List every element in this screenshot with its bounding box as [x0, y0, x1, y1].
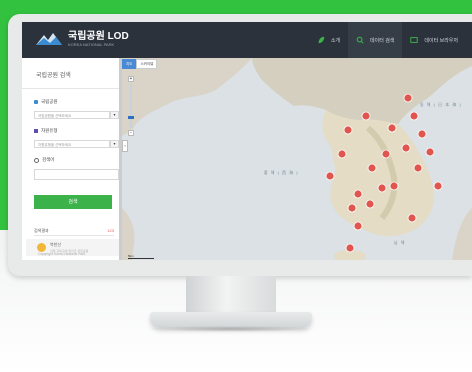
monitor-screen: 국립공원 LOD KOREA NATIONAL PARK 소개 데이터 검색 데… — [22, 22, 472, 260]
results-count: 123 — [107, 228, 114, 233]
nav-item-label: 데이터 검색 — [370, 37, 395, 44]
nav-item-intro[interactable]: 소개 — [309, 22, 348, 58]
result-name: 북한산 — [50, 242, 62, 247]
sea-label-south: 남 해 — [394, 240, 406, 245]
top-navbar: 국립공원 LOD KOREA NATIONAL PARK 소개 데이터 검색 데… — [22, 22, 472, 58]
sea-label-yellow: 황 해 ( 西 海 ) — [264, 170, 299, 175]
collapse-sidebar-button[interactable]: ‹ — [122, 140, 128, 152]
park-label: 국립공원 — [34, 99, 58, 105]
zoom-control: + - — [128, 76, 134, 136]
nav-menu: 소개 데이터 검색 데이터 브라우저 — [309, 22, 466, 58]
mountain-logo-icon — [36, 31, 62, 47]
resource-type-label: 자원유형 — [34, 128, 58, 134]
search-icon — [356, 36, 364, 44]
zoom-slider-handle[interactable] — [128, 116, 134, 119]
chevron-down-icon[interactable]: ▾ — [110, 111, 119, 119]
map-scale: 5km — [128, 254, 154, 259]
site-logo[interactable]: 국립공원 LOD KOREA NATIONAL PARK — [36, 31, 129, 47]
monitor-stand — [186, 276, 276, 316]
search-button[interactable]: 검색 — [34, 195, 112, 209]
tab-map[interactable]: 지도 — [122, 59, 137, 69]
nav-item-label: 데이터 브라우저 — [424, 37, 458, 44]
result-marker-icon — [37, 243, 46, 252]
copyright-text: Copyright Korea National Park — [38, 252, 86, 256]
keyword-label: 검색어 — [34, 157, 54, 163]
search-sidebar: 국립공원 검색 국립공원 국립공원을 선택하세요 ▾ 자원유형 자원유형을 선택… — [22, 58, 119, 260]
logo-subtitle: KOREA NATIONAL PARK — [68, 41, 115, 47]
map-canvas — [122, 58, 472, 260]
keyword-input[interactable] — [34, 169, 119, 180]
nav-item-data-search[interactable]: 데이터 검색 — [348, 22, 403, 58]
nav-item-data-browser[interactable]: 데이터 브라우저 — [402, 22, 466, 58]
zoom-in-button[interactable]: + — [128, 76, 134, 82]
browser-icon — [410, 37, 419, 43]
map-type-tabs: 지도 스카이뷰 — [122, 59, 158, 69]
sidebar-title: 국립공원 검색 — [36, 73, 71, 79]
divider — [34, 235, 114, 236]
logo-title: 국립공원 LOD — [68, 30, 129, 42]
divider — [22, 88, 119, 89]
search-icon — [34, 157, 39, 163]
tab-skyview[interactable]: 스카이뷰 — [136, 59, 158, 69]
monitor-base-shadow — [146, 326, 316, 332]
resource-type-select[interactable]: 자원유형을 선택하세요 — [34, 140, 110, 148]
map-view[interactable]: 지도 스카이뷰 + - ‹ 동 해 ( 日 本 海 ) 황 해 ( 西 海 ) … — [122, 58, 472, 260]
zoom-out-button[interactable]: - — [128, 130, 134, 136]
leaf-icon — [318, 36, 325, 44]
park-icon — [34, 100, 38, 104]
zoom-slider[interactable] — [130, 84, 132, 128]
sea-label-east: 동 해 ( 日 本 海 ) — [420, 102, 462, 107]
resource-icon — [34, 129, 38, 133]
park-select[interactable]: 국립공원을 선택하세요 — [34, 111, 110, 119]
results-label: 검색결과 — [34, 228, 49, 233]
results-header: 검색결과 123 — [34, 228, 114, 234]
nav-item-label: 소개 — [330, 37, 341, 44]
chevron-down-icon[interactable]: ▾ — [110, 140, 119, 148]
